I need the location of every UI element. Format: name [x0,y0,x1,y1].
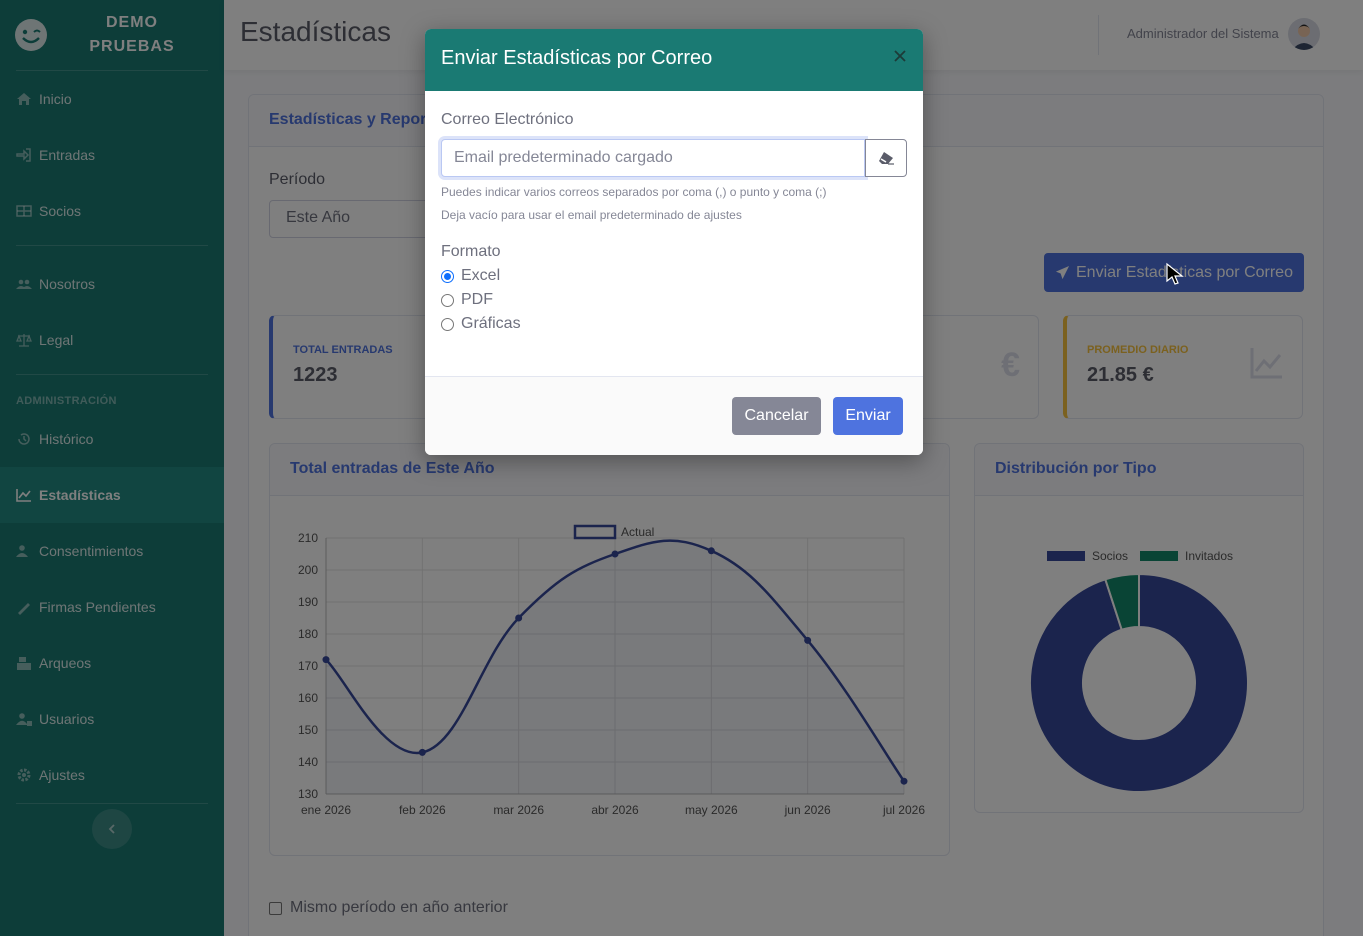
email-help-text-1: Puedes indicar varios correos separados … [441,185,827,199]
close-icon[interactable] [893,49,907,63]
modal-footer: Cancelar Enviar [425,376,923,455]
email-label: Correo Electrónico [441,111,574,128]
format-radio-excel[interactable] [441,269,454,283]
format-option-label: Excel [461,267,501,284]
format-radio-graficas[interactable] [441,317,454,331]
format-option-label: PDF [461,291,493,308]
modal-body: Correo Electrónico Puedes indicar varios… [425,91,923,376]
format-option-graficas[interactable]: Gráficas [441,315,907,333]
format-label: Formato [441,243,501,260]
mouse-cursor-icon [1166,262,1184,285]
modal-title: Enviar Estadísticas por Correo [441,47,713,69]
email-stats-modal: Enviar Estadísticas por Correo Correo El… [425,29,923,455]
format-option-label: Gráficas [461,315,521,332]
format-option-pdf[interactable]: PDF [441,291,907,309]
modal-header: Enviar Estadísticas por Correo [425,29,923,91]
format-option-excel[interactable]: Excel [441,267,907,285]
cancel-button[interactable]: Cancelar [732,397,821,435]
email-help-text-2: Deja vacío para usar el email predetermi… [441,208,742,222]
format-radio-pdf[interactable] [441,293,454,307]
eraser-icon [879,152,894,165]
email-input[interactable] [441,139,865,177]
send-button[interactable]: Enviar [833,397,903,435]
clear-email-button[interactable] [865,139,907,177]
email-input-group [441,139,907,177]
